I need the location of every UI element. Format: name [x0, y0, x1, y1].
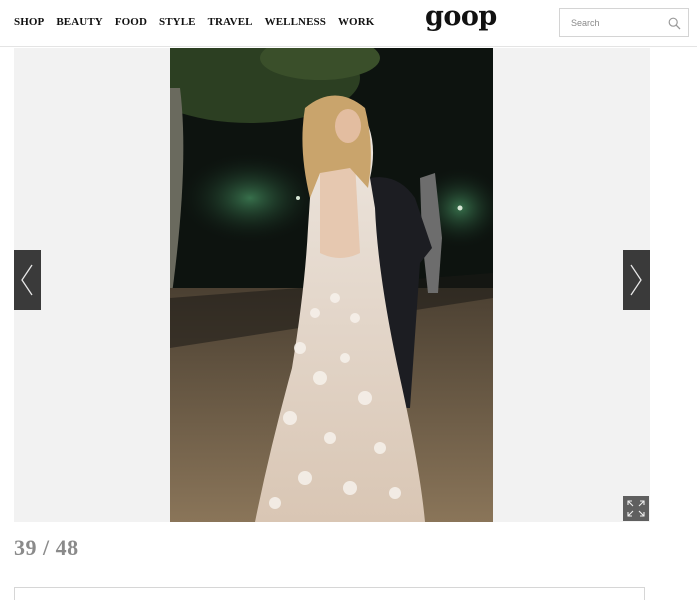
fullscreen-button[interactable] — [623, 496, 649, 521]
site-header: SHOP BEAUTY FOOD STYLE TRAVEL WELLNESS W… — [0, 0, 697, 47]
photo-gallery — [14, 48, 650, 522]
nav-item-beauty[interactable]: BEAUTY — [56, 16, 102, 28]
caption-box — [14, 587, 645, 600]
nav-item-work[interactable]: WORK — [338, 16, 374, 28]
search-input[interactable] — [560, 9, 660, 36]
gallery-photo-image — [170, 48, 493, 522]
expand-icon — [627, 500, 645, 517]
next-slide-button[interactable] — [623, 250, 650, 310]
nav-item-style[interactable]: STYLE — [159, 16, 196, 28]
nav-item-wellness[interactable]: WELLNESS — [265, 16, 326, 28]
site-logo[interactable]: goop — [425, 1, 497, 32]
gallery-photo — [170, 48, 493, 522]
previous-slide-button[interactable] — [14, 250, 41, 310]
nav-item-travel[interactable]: TRAVEL — [208, 16, 253, 28]
main-nav: SHOP BEAUTY FOOD STYLE TRAVEL WELLNESS W… — [14, 16, 374, 28]
nav-item-food[interactable]: FOOD — [115, 16, 147, 28]
search-icon[interactable] — [668, 17, 681, 30]
search-box — [559, 8, 689, 37]
chevron-left-icon — [21, 264, 33, 296]
slide-counter: 39 / 48 — [14, 535, 79, 560]
chevron-right-icon — [630, 264, 642, 296]
nav-item-shop[interactable]: SHOP — [14, 16, 44, 28]
